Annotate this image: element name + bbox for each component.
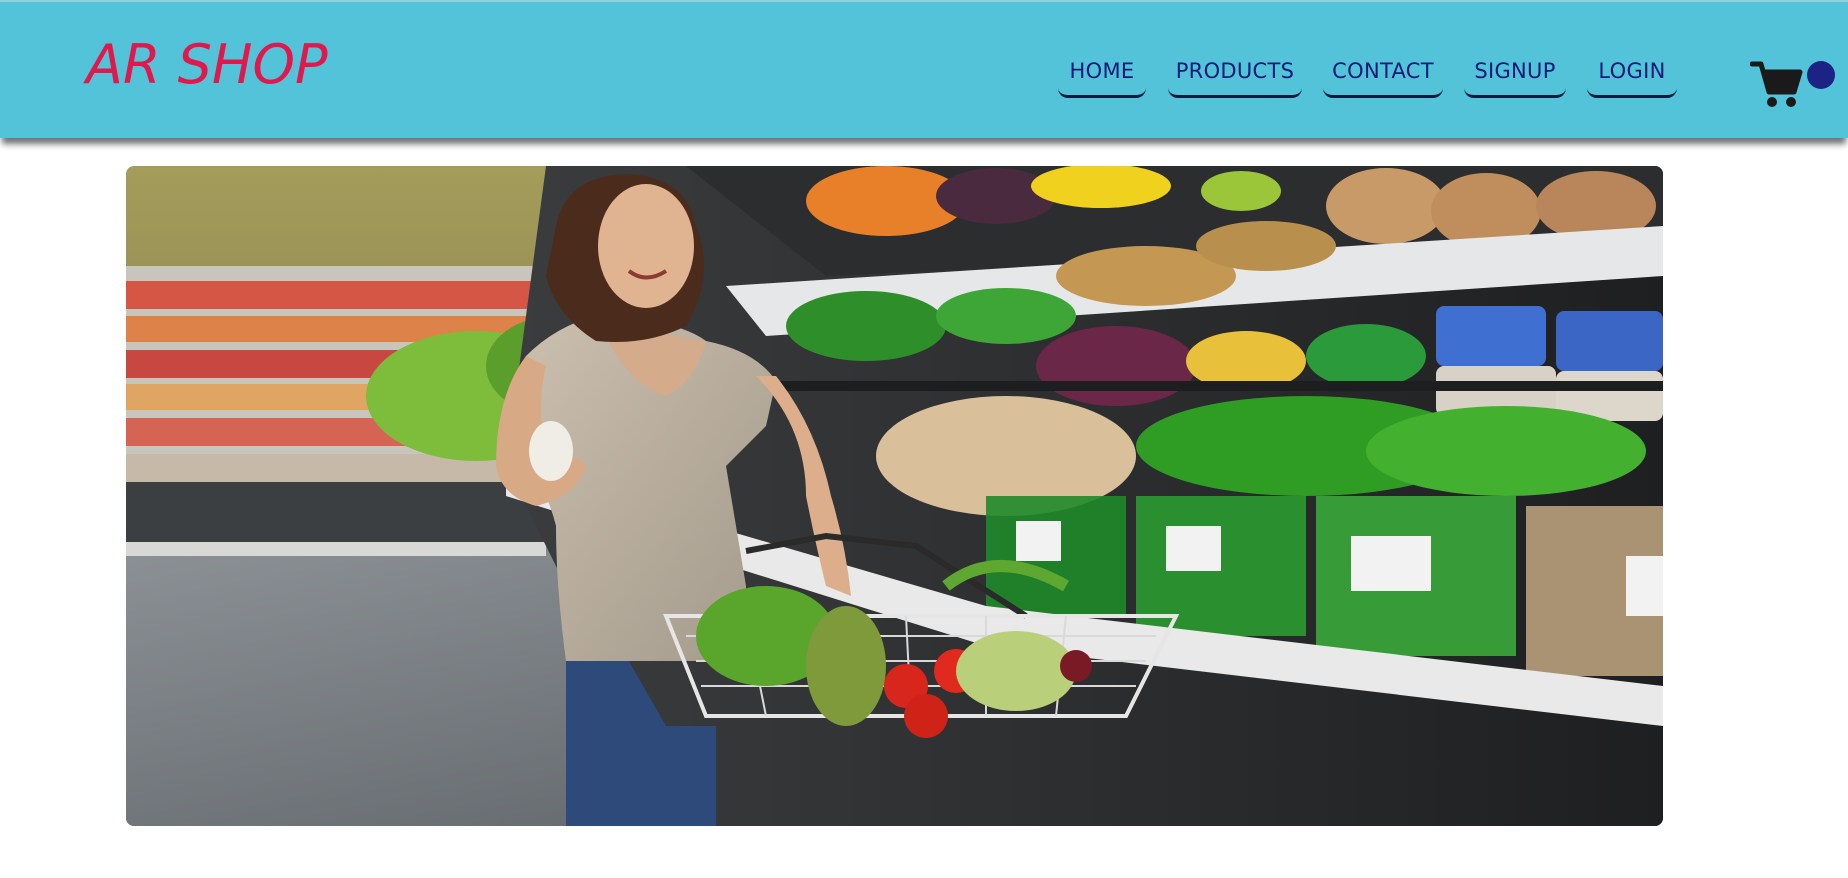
brand-logo[interactable]: AR SHOP bbox=[86, 30, 328, 100]
hero-banner-image bbox=[126, 166, 1663, 826]
nav-login-link[interactable]: LOGIN bbox=[1587, 46, 1677, 98]
nav-contact-link[interactable]: CONTACT bbox=[1323, 46, 1443, 98]
nav-signup-link[interactable]: SIGNUP bbox=[1464, 46, 1566, 98]
top-navbar: AR SHOP HOME PRODUCTS CONTACT SIGNUP LOG… bbox=[0, 0, 1848, 138]
nav-home-link[interactable]: HOME bbox=[1058, 46, 1146, 98]
cart-badge bbox=[1807, 61, 1835, 89]
nav-products-link[interactable]: PRODUCTS bbox=[1168, 46, 1302, 98]
shopping-cart-icon[interactable] bbox=[1749, 58, 1804, 108]
